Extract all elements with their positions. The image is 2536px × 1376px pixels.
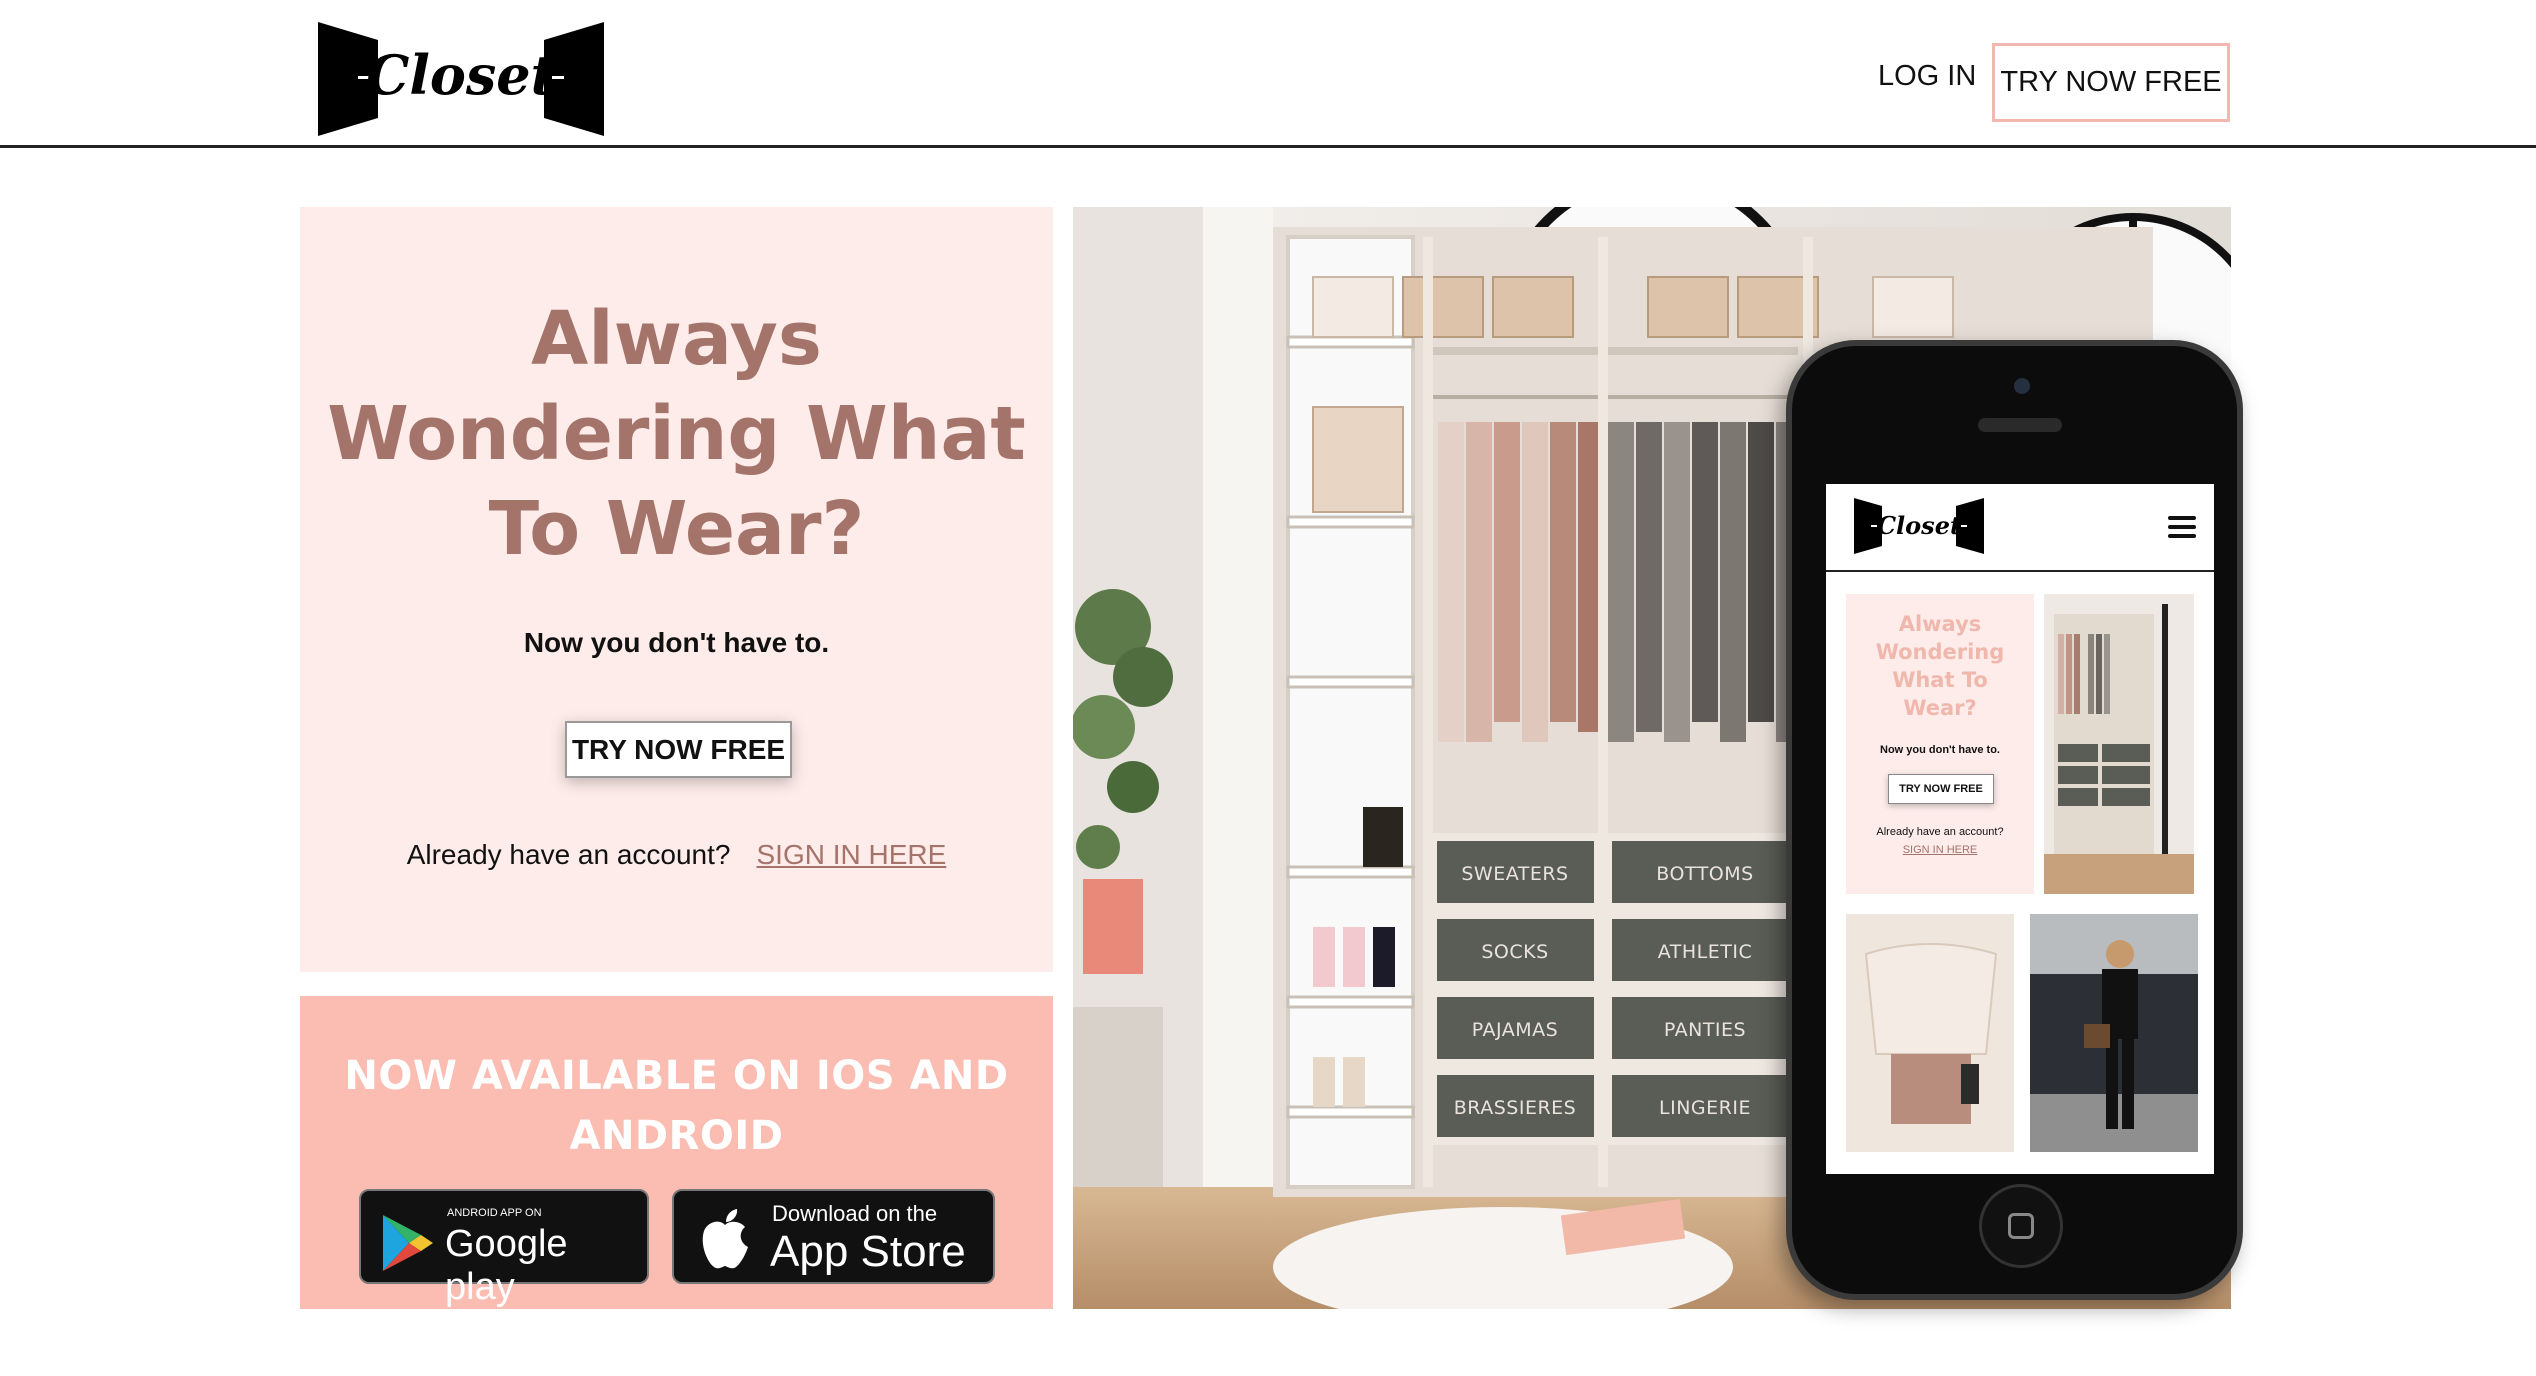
hamburger-menu-icon[interactable] xyxy=(2168,516,2196,540)
availability-card: NOW AVAILABLE ON IOS AND ANDROID ANDROID… xyxy=(300,996,1053,1309)
drawer-label-bottoms: BOTTOMS xyxy=(1656,863,1753,885)
account-prompt: Already have an account? SIGN IN HERE xyxy=(300,839,1053,871)
mobile-closet-logo: Closet xyxy=(1854,498,1984,554)
drawer-label-pajamas: PAJAMAS xyxy=(1472,1019,1558,1041)
mobile-title-line-3: What To xyxy=(1892,668,1988,692)
google-badge-big-text: Google play xyxy=(445,1223,568,1308)
site-header: Closet LOG IN TRY NOW FREE xyxy=(0,0,2536,148)
drawer-label-athletic: ATHLETIC xyxy=(1658,941,1752,963)
mobile-outfit-image-2 xyxy=(2030,914,2198,1152)
apple-badge-big-text: App Store xyxy=(770,1227,966,1276)
closet-logo[interactable]: Closet xyxy=(318,22,604,136)
logo-text: Closet xyxy=(366,43,555,107)
mobile-header: Closet xyxy=(1826,484,2214,572)
hero-try-now-button[interactable]: TRY NOW FREE xyxy=(565,721,792,778)
hero-card: Always Wondering What To Wear? Now you d… xyxy=(300,207,1053,972)
apple-badge-small-text: Download on the xyxy=(772,1201,938,1226)
mobile-closet-image xyxy=(2044,594,2194,894)
hero-title: Always Wondering What To Wear? xyxy=(300,292,1053,577)
phone-home-button xyxy=(1979,1184,2063,1268)
apple-icon xyxy=(702,1209,748,1269)
mobile-hero-card: Always Wondering What To Wear? Now you d… xyxy=(1846,594,2034,894)
hero-title-line-1: Always xyxy=(531,296,822,382)
mobile-title-line-1: Always xyxy=(1898,612,1982,636)
hero-title-line-2: Wondering What xyxy=(327,391,1026,477)
mobile-logo-text: Closet xyxy=(1877,511,1961,540)
mobile-account-question: Already have an account? xyxy=(1876,826,2004,838)
google-play-badge[interactable]: ANDROID APP ON Google play xyxy=(359,1189,649,1308)
drawer-label-sweaters: SWEATERS xyxy=(1461,863,1568,885)
google-play-icon xyxy=(383,1215,433,1271)
mobile-sign-in-link[interactable]: SIGN IN HERE xyxy=(1846,844,2034,856)
drawer-label-lingerie: LINGERIE xyxy=(1659,1097,1751,1119)
drawer-label-socks: SOCKS xyxy=(1481,941,1548,963)
mobile-subtitle: Now you don't have to. xyxy=(1880,744,2000,756)
drawer-label-brassieres: BRASSIERES xyxy=(1454,1097,1576,1119)
google-badge-small-text: ANDROID APP ON xyxy=(447,1207,542,1219)
phone-screen: Closet Always Wondering What To Wear? No… xyxy=(1826,484,2214,1174)
mobile-hero-title: Always Wondering What To Wear? xyxy=(1846,610,2034,722)
mobile-title-line-2: Wondering xyxy=(1875,640,2005,664)
header-try-now-button[interactable]: TRY NOW FREE xyxy=(1992,43,2230,122)
availability-title: NOW AVAILABLE ON IOS AND ANDROID xyxy=(300,1046,1053,1166)
drawer-label-panties: PANTIES xyxy=(1664,1019,1746,1041)
availability-title-line-1: NOW AVAILABLE ON IOS AND xyxy=(344,1053,1009,1099)
account-question: Already have an account? xyxy=(406,839,731,870)
app-store-badge[interactable]: Download on the App Store xyxy=(672,1189,995,1284)
hero-subtitle: Now you don't have to. xyxy=(523,627,830,658)
hero-title-line-3: To Wear? xyxy=(488,486,865,572)
mobile-outfit-image-1 xyxy=(1846,914,2014,1152)
phone-speaker xyxy=(1978,418,2062,432)
availability-title-line-2: ANDROID xyxy=(569,1113,784,1159)
mobile-try-now-button[interactable]: TRY NOW FREE xyxy=(1888,774,1994,804)
phone-mockup: Closet Always Wondering What To Wear? No… xyxy=(1786,340,2243,1300)
mobile-title-line-4: Wear? xyxy=(1903,696,1977,720)
phone-camera xyxy=(2014,378,2030,394)
login-link[interactable]: LOG IN xyxy=(1878,60,1976,93)
sign-in-link[interactable]: SIGN IN HERE xyxy=(756,839,946,870)
